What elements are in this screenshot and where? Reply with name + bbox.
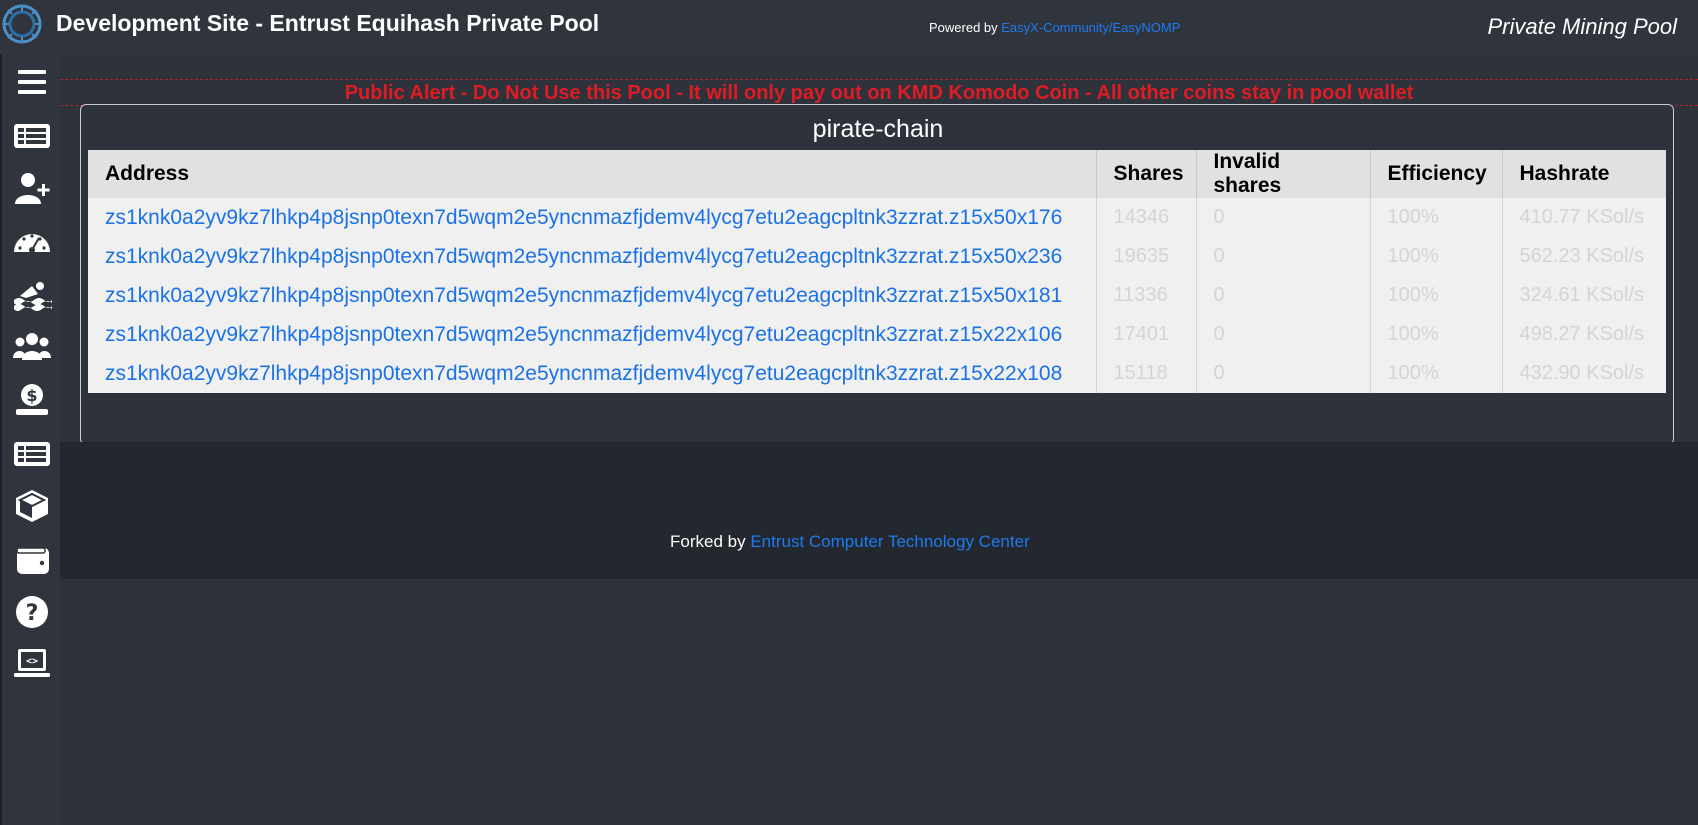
hashrate-cell: 562.23 KSol/s: [1502, 237, 1666, 276]
users-icon[interactable]: [12, 328, 52, 364]
column-header-address[interactable]: Address: [88, 150, 1097, 198]
site-title[interactable]: Development Site - Entrust Equihash Priv…: [56, 10, 599, 37]
top-bar: Development Site - Entrust Equihash Priv…: [0, 0, 1698, 54]
shares-cell: 15118: [1096, 354, 1197, 393]
alert-divider-top: [60, 79, 1698, 80]
table-row: zs1knk0a2yv9kz7lhkp4p8jsnp0texn7d5wqm2e5…: [88, 315, 1666, 354]
invalid-shares-cell: 0: [1196, 198, 1371, 237]
powered-by: Powered by EasyX-Community/EasyNOMP: [929, 20, 1180, 35]
invalid-shares-cell: 0: [1196, 276, 1371, 315]
shares-cell: 14346: [1096, 198, 1197, 237]
invalid-shares-cell: 0: [1196, 315, 1371, 354]
worker-address-link[interactable]: zs1knk0a2yv9kz7lhkp4p8jsnp0texn7d5wqm2e5…: [105, 362, 1062, 385]
footer-credit-link[interactable]: Entrust Computer Technology Center: [750, 532, 1029, 551]
public-alert: Public Alert - Do Not Use this Pool - It…: [344, 82, 1414, 104]
blocks-list-icon[interactable]: [12, 436, 52, 472]
footer-credit: Forked by Entrust Computer Technology Ce…: [670, 532, 1030, 552]
svg-text:<>: <>: [26, 656, 38, 667]
payout-icon[interactable]: $: [12, 382, 52, 418]
efficiency-cell: 100%: [1370, 198, 1503, 237]
worker-address-link[interactable]: zs1knk0a2yv9kz7lhkp4p8jsnp0texn7d5wqm2e5…: [105, 284, 1062, 307]
invalid-shares-cell: 0: [1196, 354, 1371, 393]
footer-credit-label: Forked by: [670, 532, 751, 551]
help-icon[interactable]: ?: [12, 594, 52, 630]
column-header-hashrate[interactable]: Hashrate: [1502, 150, 1666, 198]
efficiency-cell: 100%: [1370, 315, 1503, 354]
sidebar: $ ? <>: [0, 54, 60, 825]
wallet-icon[interactable]: [12, 542, 52, 578]
column-header-shares[interactable]: Shares: [1096, 150, 1197, 198]
shares-cell: 11336: [1096, 276, 1197, 315]
table-row: zs1knk0a2yv9kz7lhkp4p8jsnp0texn7d5wqm2e5…: [88, 198, 1666, 237]
shares-cell: 17401: [1096, 315, 1197, 354]
table-header-row: Address Shares Invalid shares Efficiency…: [88, 150, 1666, 198]
worker-address-link[interactable]: zs1knk0a2yv9kz7lhkp4p8jsnp0texn7d5wqm2e5…: [105, 206, 1062, 229]
workers-table: Address Shares Invalid shares Efficiency…: [88, 150, 1666, 393]
table-row: zs1knk0a2yv9kz7lhkp4p8jsnp0texn7d5wqm2e5…: [88, 354, 1666, 393]
powered-by-label: Powered by: [929, 20, 1002, 35]
svg-text:$: $: [26, 386, 37, 405]
address-cell: zs1knk0a2yv9kz7lhkp4p8jsnp0texn7d5wqm2e5…: [88, 198, 1097, 237]
powered-by-link[interactable]: EasyX-Community/EasyNOMP: [1001, 20, 1180, 35]
brand-tagline: Private Mining Pool: [1487, 14, 1677, 39]
coin-title: pirate-chain: [812, 115, 944, 143]
table-row: zs1knk0a2yv9kz7lhkp4p8jsnp0texn7d5wqm2e5…: [88, 276, 1666, 315]
main-content: Public Alert - Do Not Use this Pool - It…: [60, 54, 1698, 445]
hashrate-cell: 410.77 KSol/s: [1502, 198, 1666, 237]
pool-swimmer-icon[interactable]: [12, 276, 52, 312]
worker-address-link[interactable]: zs1knk0a2yv9kz7lhkp4p8jsnp0texn7d5wqm2e5…: [105, 245, 1062, 268]
svg-text:?: ?: [26, 601, 39, 626]
pool-logo-icon[interactable]: [2, 4, 42, 44]
api-laptop-icon[interactable]: <>: [12, 646, 52, 682]
column-header-efficiency[interactable]: Efficiency: [1370, 150, 1503, 198]
efficiency-cell: 100%: [1370, 237, 1503, 276]
address-cell: zs1knk0a2yv9kz7lhkp4p8jsnp0texn7d5wqm2e5…: [88, 315, 1097, 354]
speedometer-icon[interactable]: [12, 224, 52, 260]
hashrate-cell: 498.27 KSol/s: [1502, 315, 1666, 354]
efficiency-cell: 100%: [1370, 276, 1503, 315]
column-header-invalid-shares[interactable]: Invalid shares: [1196, 150, 1371, 198]
shares-cell: 19635: [1096, 237, 1197, 276]
table-row: zs1knk0a2yv9kz7lhkp4p8jsnp0texn7d5wqm2e5…: [88, 237, 1666, 276]
cube-icon[interactable]: [12, 488, 52, 524]
address-cell: zs1knk0a2yv9kz7lhkp4p8jsnp0texn7d5wqm2e5…: [88, 354, 1097, 393]
worker-address-link[interactable]: zs1knk0a2yv9kz7lhkp4p8jsnp0texn7d5wqm2e5…: [105, 323, 1062, 346]
address-cell: zs1knk0a2yv9kz7lhkp4p8jsnp0texn7d5wqm2e5…: [88, 276, 1097, 315]
footer: Forked by Entrust Computer Technology Ce…: [60, 442, 1698, 579]
list-icon[interactable]: [12, 118, 52, 154]
address-cell: zs1knk0a2yv9kz7lhkp4p8jsnp0texn7d5wqm2e5…: [88, 237, 1097, 276]
invalid-shares-cell: 0: [1196, 237, 1371, 276]
hashrate-cell: 432.90 KSol/s: [1502, 354, 1666, 393]
add-user-icon[interactable]: [12, 170, 52, 206]
efficiency-cell: 100%: [1370, 354, 1503, 393]
menu-icon[interactable]: [12, 64, 52, 100]
hashrate-cell: 324.61 KSol/s: [1502, 276, 1666, 315]
